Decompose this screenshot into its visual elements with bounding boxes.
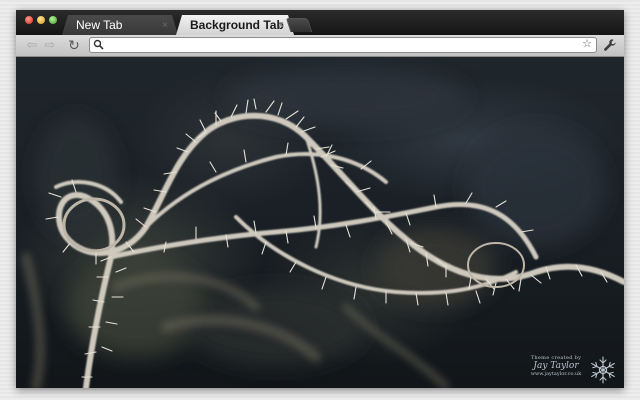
tab-strip: New Tab × Background Tab ×: [16, 10, 624, 35]
wrench-icon[interactable]: [603, 38, 617, 52]
new-tab-button[interactable]: [285, 18, 313, 32]
credit-signature: Jay Taylor: [533, 361, 579, 371]
new-tab-page: Theme created by Jay Taylor www.jaytaylo…: [16, 57, 624, 388]
minimize-window-icon[interactable]: [37, 16, 45, 24]
maximize-window-icon[interactable]: [49, 16, 57, 24]
tab-close-icon[interactable]: ×: [162, 15, 168, 36]
back-arrow-icon[interactable]: ⇦: [24, 37, 40, 53]
reload-icon[interactable]: ↻: [66, 37, 82, 53]
snowflake-logo-icon: [591, 356, 615, 384]
toolbar: ⇦ ⇨ ↻ ☆: [16, 35, 624, 57]
close-window-icon[interactable]: [25, 16, 33, 24]
bookmark-star-icon[interactable]: ☆: [582, 37, 592, 50]
browser-window: New Tab × Background Tab × ⇦ ⇨ ↻ ☆ Theme…: [16, 10, 624, 388]
search-icon: [93, 39, 104, 50]
tab-label: Background Tab: [190, 18, 284, 32]
address-input[interactable]: [108, 38, 578, 52]
tab-close-icon[interactable]: ×: [278, 15, 284, 36]
theme-credit: Theme created by Jay Taylor www.jaytaylo…: [520, 355, 592, 377]
tab-label: New Tab: [76, 18, 123, 32]
tab-new-tab[interactable]: New Tab ×: [62, 15, 178, 35]
omnibox[interactable]: ☆: [89, 37, 597, 53]
forward-arrow-icon[interactable]: ⇨: [42, 37, 58, 53]
tab-background-tab[interactable]: Background Tab ×: [176, 15, 294, 35]
credit-url: www.jaytaylor.co.uk: [530, 371, 582, 377]
frosted-branch-photo: [21, 67, 624, 388]
